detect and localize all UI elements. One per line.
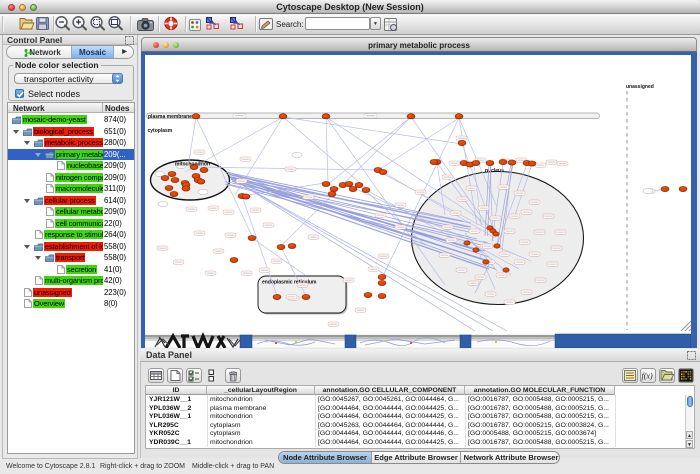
svg-text:endoplasmic reticulum: endoplasmic reticulum — [262, 280, 317, 286]
svg-text:plasma membrane: plasma membrane — [148, 114, 192, 120]
svg-text:mitochondrion: mitochondrion — [175, 162, 210, 168]
svg-text:cytoplasm: cytoplasm — [148, 128, 173, 134]
svg-text:f(x): f(x) — [642, 372, 653, 381]
svg-text:unassigned: unassigned — [626, 84, 654, 90]
svg-text:nucleus: nucleus — [485, 168, 504, 174]
